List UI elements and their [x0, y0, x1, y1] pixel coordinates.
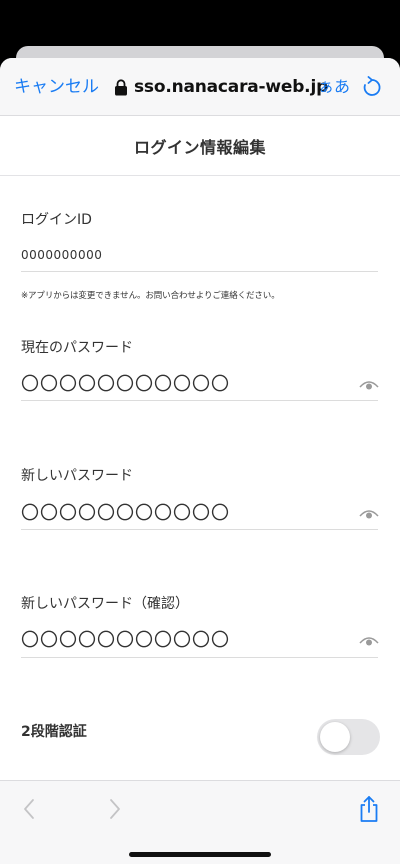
share-icon[interactable] — [358, 795, 380, 823]
confirm-password-underline — [21, 657, 378, 658]
new-password-label: 新しいパスワード — [21, 468, 133, 484]
chevron-right-icon[interactable] — [108, 798, 122, 820]
toggle-knob — [320, 722, 350, 752]
current-password-input[interactable] — [21, 372, 351, 396]
login-id-underline — [21, 271, 378, 272]
login-id-value: 0000000000 — [21, 248, 103, 262]
two-factor-toggle[interactable] — [317, 719, 380, 755]
home-indicator — [129, 852, 271, 857]
text-size-button[interactable]: ぁあ — [318, 75, 350, 99]
eye-icon[interactable] — [359, 379, 379, 391]
eye-icon[interactable] — [359, 635, 379, 647]
two-factor-label: 2段階認証 — [21, 724, 87, 740]
page-header: ログイン情報編集 — [0, 116, 400, 176]
confirm-password-label: 新しいパスワード（確認） — [21, 596, 189, 612]
cancel-button[interactable]: キャンセル — [14, 75, 99, 99]
chevron-left-icon[interactable] — [22, 798, 36, 820]
browser-bottom-toolbar — [0, 780, 400, 864]
lock-icon — [115, 78, 127, 95]
eye-icon[interactable] — [359, 508, 379, 520]
new-password-underline — [21, 529, 378, 530]
reload-icon[interactable] — [362, 76, 382, 98]
browser-sheet: キャンセル sso.nanacara-web.jp ぁあ ログイン情報編集 ログ… — [0, 58, 400, 864]
address-bar[interactable]: sso.nanacara-web.jp — [114, 75, 328, 99]
url-text: sso.nanacara-web.jp — [134, 77, 329, 97]
login-id-label: ログインID — [21, 212, 92, 228]
current-password-underline — [21, 400, 378, 401]
login-id-note: ※アプリからは変更できません。お問い合わせよりご連絡ください。 — [21, 291, 280, 301]
confirm-password-input[interactable] — [21, 628, 351, 652]
current-password-label: 現在のパスワード — [21, 340, 133, 356]
new-password-input[interactable] — [21, 501, 351, 525]
browser-top-bar: キャンセル sso.nanacara-web.jp ぁあ — [0, 58, 400, 116]
page-title: ログイン情報編集 — [133, 137, 266, 157]
